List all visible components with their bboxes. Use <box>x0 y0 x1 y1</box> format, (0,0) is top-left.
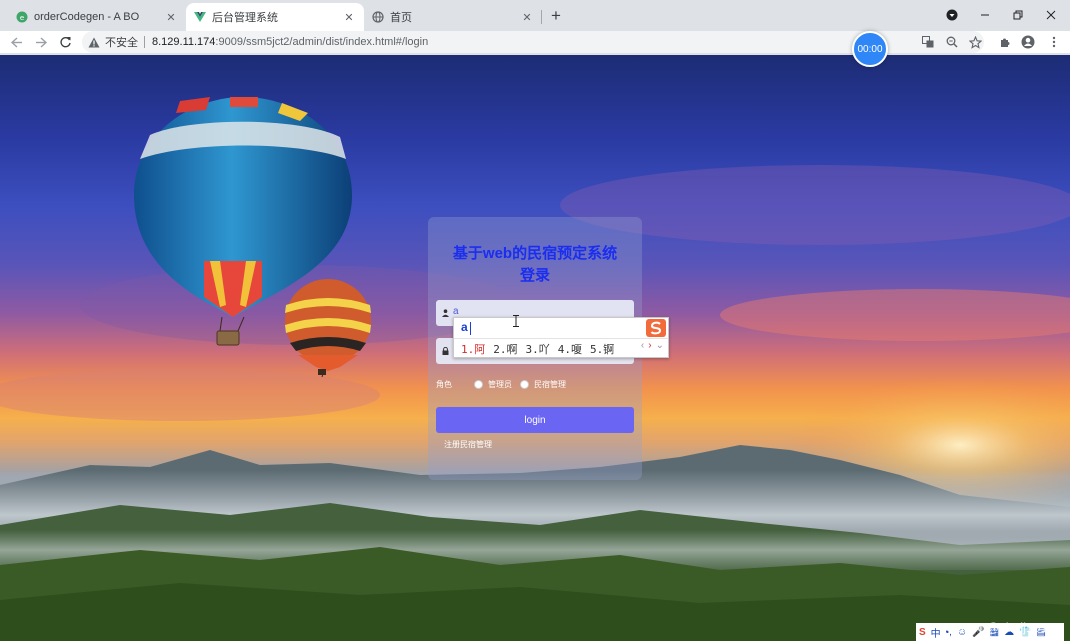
small-hot-air-balloon <box>285 279 371 378</box>
ime-composition: a <box>461 320 468 334</box>
warning-icon <box>88 37 100 47</box>
cloud-band <box>0 369 380 421</box>
ime-candidate-window: a 1.阿 2.啊 3.吖 4.嗄 5.锕 ‹ › ⌄ <box>453 317 669 358</box>
restore-icon[interactable] <box>1004 4 1032 26</box>
zoom-icon[interactable] <box>943 33 961 51</box>
chinese-mode-icon[interactable]: 中 <box>931 625 941 640</box>
address-separator <box>144 36 145 48</box>
login-title-line2: 登录 <box>519 267 550 284</box>
login-title: 基于web的民宿预定系统 登录 <box>428 243 642 287</box>
address-host: 8.129.11.174 <box>152 36 216 48</box>
ime-caret <box>470 322 471 335</box>
ime-prev-page-icon[interactable]: ‹ <box>641 340 644 351</box>
tab-ordercodegen[interactable]: e orderCodegen - A BO ✕ <box>8 3 186 31</box>
tab-home[interactable]: 首页 ✕ <box>364 3 542 31</box>
profile-icon[interactable] <box>1019 33 1037 51</box>
role-option-admin[interactable]: 管理员 <box>488 379 512 390</box>
radio-admin[interactable] <box>474 379 483 389</box>
codegen-favicon-icon: e <box>16 11 28 23</box>
page-viewport: 基于web的民宿预定系统 登录 a 角色 管理员 民宿管理 login 注册民宿… <box>0 55 1070 641</box>
translate-icon[interactable] <box>919 33 937 51</box>
close-tab-icon[interactable]: ✕ <box>520 10 534 24</box>
login-title-line1: 基于web的民宿预定系统 <box>452 245 618 262</box>
extensions-icon[interactable] <box>996 33 1014 51</box>
svg-text:e: e <box>20 14 24 22</box>
tab-separator <box>541 10 542 24</box>
sogou-logo-icon <box>646 319 666 337</box>
login-button[interactable]: login <box>436 407 634 433</box>
tab-title: orderCodegen - A BO <box>34 11 140 23</box>
sogou-icon[interactable]: S <box>919 627 926 638</box>
forward-icon[interactable] <box>31 32 51 52</box>
ime-expand-icon[interactable]: ⌄ <box>656 340 664 351</box>
globe-icon <box>372 11 384 23</box>
vue-favicon-icon <box>194 12 206 22</box>
role-label: 角色 <box>436 379 452 389</box>
ime-candidate[interactable]: 1.阿 <box>461 341 485 357</box>
close-tab-icon[interactable]: ✕ <box>164 10 178 24</box>
browser-toolbar: 不安全 8.129.11.174 :9009/ssm5jct2/admin/di… <box>0 31 1070 53</box>
ime-divider <box>454 338 668 339</box>
role-selector: 角色 管理员 民宿管理 <box>436 377 574 391</box>
ime-candidate[interactable]: 3.吖 <box>526 341 550 357</box>
watermark: CSDN @shejj1011 <box>945 620 1054 635</box>
address-bar[interactable]: 不安全 8.129.11.174 :9009/ssm5jct2/admin/di… <box>82 31 984 53</box>
reload-icon[interactable] <box>55 32 75 52</box>
recording-timer[interactable]: 00:00 <box>852 31 888 67</box>
new-tab-button[interactable]: + <box>546 6 566 26</box>
ime-candidate[interactable]: 5.锕 <box>590 341 614 357</box>
tab-title: 后台管理系统 <box>212 12 278 24</box>
lock-icon <box>442 347 449 355</box>
back-icon[interactable] <box>6 32 26 52</box>
tab-admin[interactable]: 后台管理系统 ✕ <box>186 3 364 31</box>
security-label[interactable]: 不安全 <box>105 34 138 50</box>
address-path: :9009/ssm5jct2/admin/dist/index.html#/lo… <box>215 36 429 48</box>
ime-candidate[interactable]: 2.啊 <box>493 341 517 357</box>
tab-search-icon[interactable] <box>938 4 966 26</box>
ime-nav: ‹ › ⌄ <box>637 340 664 351</box>
user-icon <box>442 309 449 317</box>
tab-strip: e orderCodegen - A BO ✕ 后台管理系统 ✕ 首页 ✕ + <box>0 0 1070 31</box>
cloud-band <box>720 289 1070 341</box>
register-link[interactable]: 注册民宿管理 <box>444 439 492 450</box>
menu-icon[interactable] <box>1045 33 1063 51</box>
close-window-icon[interactable] <box>1037 4 1065 26</box>
ime-candidate[interactable]: 4.嗄 <box>558 341 582 357</box>
role-option-homestay-manager[interactable]: 民宿管理 <box>534 379 566 390</box>
username-value: a <box>453 306 459 317</box>
star-icon[interactable] <box>966 33 984 51</box>
ime-candidate-list: 1.阿 2.啊 3.吖 4.嗄 5.锕 <box>461 341 622 357</box>
minimize-icon[interactable] <box>971 4 999 26</box>
text-cursor-icon <box>513 315 519 327</box>
ime-next-page-icon[interactable]: › <box>648 340 651 351</box>
tab-title: 首页 <box>390 12 412 24</box>
radio-homestay-manager[interactable] <box>520 379 529 389</box>
close-tab-icon[interactable]: ✕ <box>342 10 356 24</box>
